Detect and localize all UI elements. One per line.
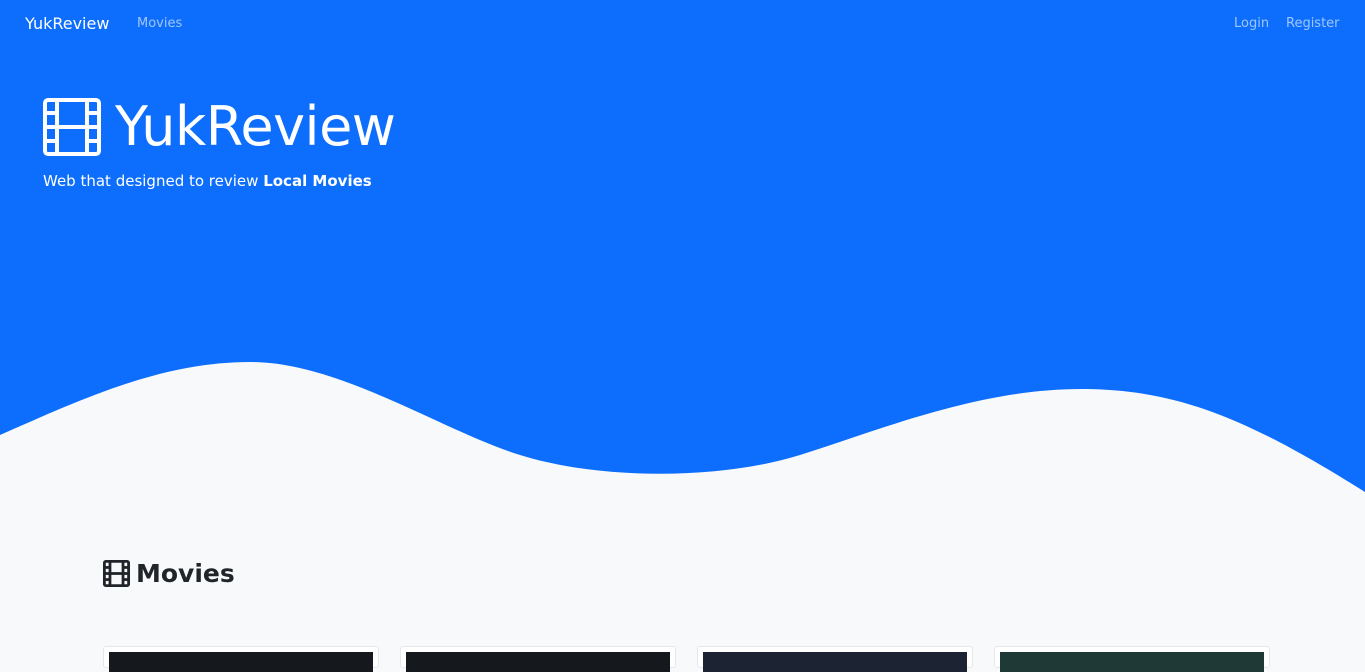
movie-card[interactable] [400, 646, 676, 672]
movie-card[interactable] [103, 646, 379, 672]
movie-card[interactable] [697, 646, 973, 672]
top-navbar: YukReview Movies Login Register [0, 0, 1365, 48]
login-link[interactable]: Login [1234, 16, 1269, 31]
hero-section: YukReview Movies Login Register YukRevie… [0, 0, 1365, 500]
movie-poster[interactable] [406, 652, 670, 672]
movie-poster[interactable] [109, 652, 373, 672]
film-icon [103, 559, 130, 587]
brand-link[interactable]: YukReview [25, 14, 109, 33]
movie-poster[interactable] [703, 652, 967, 672]
hero-heading: YukReview [43, 95, 396, 158]
nav-link-movies[interactable]: Movies [137, 16, 182, 31]
movie-card-list [103, 646, 1270, 672]
film-icon [43, 98, 101, 156]
hero-wave-background [0, 0, 1365, 492]
movie-poster[interactable] [1000, 652, 1264, 672]
hero-subtitle: Web that designed to review Local Movies [43, 172, 372, 190]
hero-subtitle-text: Web that designed to review [43, 172, 264, 190]
movie-card[interactable] [994, 646, 1270, 672]
hero-subtitle-highlight: Local Movies [263, 172, 372, 190]
movies-section-title: Movies [136, 558, 235, 588]
hero-title: YukReview [115, 95, 396, 158]
register-link[interactable]: Register [1286, 16, 1340, 31]
movies-section-heading: Movies [103, 558, 235, 588]
